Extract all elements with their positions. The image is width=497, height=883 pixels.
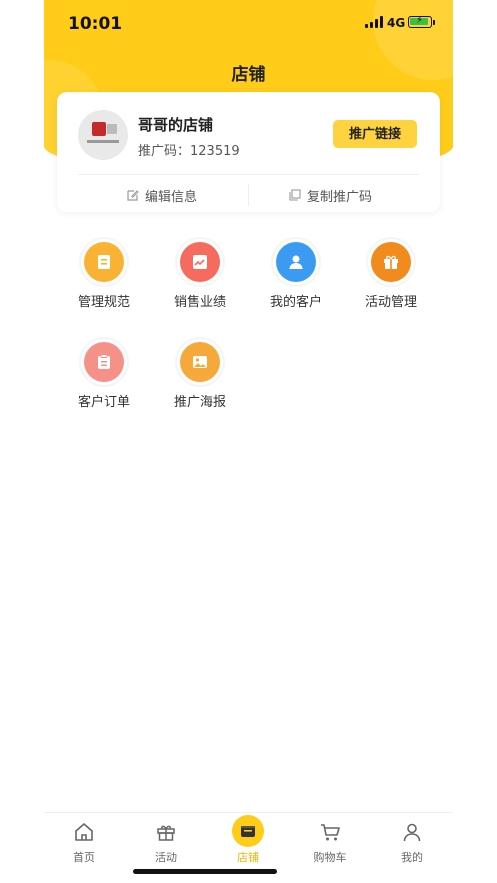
network-type: 4G	[387, 16, 406, 30]
tab-home[interactable]: 首页	[49, 821, 119, 865]
copy-promo-code-button[interactable]: 复制推广码	[289, 186, 373, 205]
status-bar: 10:01 4G ⚡	[44, 0, 453, 48]
edit-info-button[interactable]: 编辑信息	[127, 186, 198, 205]
menu-item-management-rules[interactable]: 管理规范	[59, 242, 149, 310]
tab-label: 活动	[155, 851, 177, 864]
signal-icon	[365, 16, 383, 28]
store-icon	[232, 815, 264, 847]
tab-mine[interactable]: 我的	[377, 821, 447, 865]
shop-avatar[interactable]	[78, 110, 128, 160]
menu-item-label: 销售业绩	[173, 295, 226, 310]
tab-label: 首页	[73, 851, 95, 864]
user-icon	[403, 823, 421, 842]
gift-icon	[157, 825, 175, 841]
gift-icon	[371, 242, 411, 282]
cart-icon	[321, 824, 340, 841]
battery-cap	[433, 20, 435, 25]
menu-item-label: 管理规范	[77, 295, 130, 310]
shop-name: 哥哥的店铺	[138, 116, 214, 134]
menu-item-label: 客户订单	[77, 395, 130, 410]
page-title: 店铺	[231, 65, 266, 85]
copy-icon	[289, 189, 301, 201]
clipboard-icon	[84, 342, 124, 382]
home-indicator[interactable]	[133, 869, 277, 874]
tab-label: 我的	[401, 851, 423, 864]
battery-icon: ⚡	[408, 15, 432, 28]
document-icon	[84, 242, 124, 282]
divider	[78, 174, 419, 175]
tab-cart[interactable]: 购物车	[295, 821, 365, 865]
promo-link-button[interactable]: 推广链接	[333, 120, 417, 148]
promo-code: 推广码：123519	[138, 144, 240, 159]
customer-icon	[276, 242, 316, 282]
edit-icon	[127, 190, 139, 201]
menu-item-my-customers[interactable]: 我的客户	[251, 242, 341, 310]
menu-item-label: 我的客户	[269, 295, 322, 310]
status-time: 10:01	[68, 14, 123, 34]
home-icon	[75, 823, 93, 841]
tab-label: 购物车	[313, 851, 347, 864]
tab-activity[interactable]: 活动	[131, 821, 201, 865]
menu-item-label: 推广海报	[173, 395, 226, 410]
trend-chart-icon	[180, 242, 220, 282]
tab-label: 店铺	[237, 851, 259, 864]
app-screen: 10:01 4G ⚡ 店铺 哥哥的店铺 推广码：123519 推广链接 编辑信息…	[44, 0, 453, 883]
copy-promo-code-label: 复制推广码	[307, 189, 373, 205]
shop-card: 哥哥的店铺 推广码：123519 推广链接 编辑信息 复制推广码	[57, 92, 440, 212]
menu-item-customer-orders[interactable]: 客户订单	[59, 342, 149, 410]
tab-store[interactable]: 店铺	[213, 815, 283, 865]
image-icon	[180, 342, 220, 382]
menu-item-label: 活动管理	[364, 295, 417, 310]
divider	[248, 184, 249, 206]
edit-info-label: 编辑信息	[145, 189, 198, 205]
menu-item-activity-management[interactable]: 活动管理	[346, 242, 436, 310]
menu-item-sales-performance[interactable]: 销售业绩	[155, 242, 245, 310]
menu-item-promo-poster[interactable]: 推广海报	[155, 342, 245, 410]
